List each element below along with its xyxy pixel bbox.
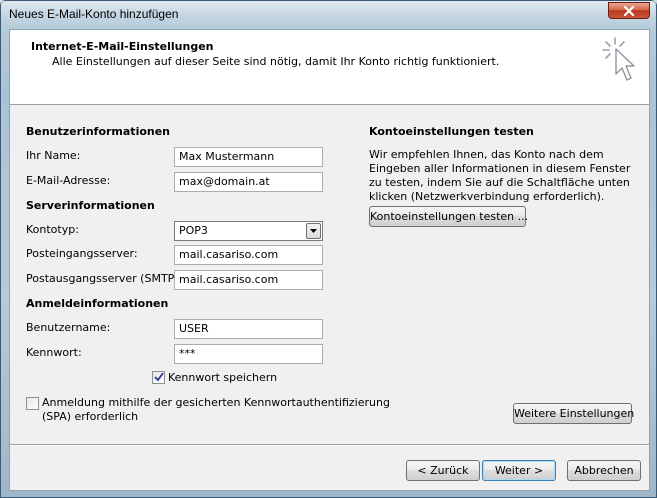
wizard-header: Internet-E-Mail-Einstellungen Alle Einst…	[10, 30, 649, 105]
checkmark-icon	[154, 372, 164, 382]
chevron-down-icon	[310, 229, 317, 233]
test-settings-heading: Kontoeinstellungen testen	[369, 125, 534, 138]
close-icon	[623, 5, 635, 16]
email-field[interactable]: max@domain.at	[174, 172, 323, 192]
test-settings-description: Wir empfehlen Ihnen, das Konto nach dem …	[369, 148, 631, 203]
email-label: E-Mail-Adresse:	[26, 174, 111, 187]
password-field[interactable]: ***	[174, 344, 323, 364]
account-type-value: POP3	[179, 224, 208, 237]
login-info-heading: Anmeldeinformationen	[26, 297, 169, 310]
title-bar[interactable]: Neues E-Mail-Konto hinzufügen	[1, 1, 656, 28]
footer-divider	[10, 444, 649, 446]
test-account-settings-button[interactable]: Kontoeinstellungen testen ...	[369, 206, 528, 227]
password-label: Kennwort:	[26, 346, 82, 359]
server-info-heading: Serverinformationen	[26, 199, 155, 212]
close-button[interactable]	[608, 2, 650, 19]
account-type-label: Kontotyp:	[26, 223, 79, 236]
outgoing-server-field[interactable]: mail.casariso.com	[174, 270, 323, 290]
page-title: Internet-E-Mail-Einstellungen	[31, 40, 214, 53]
remember-password-checkbox[interactable]	[152, 371, 165, 384]
incoming-server-field[interactable]: mail.casariso.com	[174, 245, 323, 265]
remember-password-label[interactable]: Kennwort speichern	[168, 371, 277, 384]
spa-label[interactable]: Anmeldung mithilfe der gesicherten Kennw…	[42, 396, 390, 424]
window-title: Neues E-Mail-Konto hinzufügen	[9, 7, 179, 21]
user-info-heading: Benutzerinformationen	[26, 125, 171, 138]
back-button[interactable]: < Zurück	[406, 460, 480, 481]
account-type-select[interactable]: POP3	[174, 221, 323, 241]
username-field[interactable]: USER	[174, 319, 323, 339]
next-button[interactable]: Weiter >	[482, 460, 556, 481]
name-field[interactable]: Max Mustermann	[174, 147, 323, 167]
dialog-window: Neues E-Mail-Konto hinzufügen Internet-E…	[0, 0, 657, 498]
more-settings-button[interactable]: Weitere Einstellungen	[513, 403, 634, 424]
spa-label-line1: Anmeldung mithilfe der gesicherten Kennw…	[42, 396, 390, 409]
spa-label-line2: (SPA) erforderlich	[42, 410, 139, 423]
incoming-server-label: Posteingangsserver:	[26, 247, 138, 260]
dropdown-arrow-button[interactable]	[306, 223, 321, 239]
username-label: Benutzername:	[26, 321, 111, 334]
cancel-button[interactable]: Abbrechen	[567, 460, 641, 481]
cursor-sparkle-icon	[602, 37, 635, 81]
dialog-client-area: Internet-E-Mail-Einstellungen Alle Einst…	[9, 29, 650, 491]
page-subtitle: Alle Einstellungen auf dieser Seite sind…	[52, 55, 500, 68]
outgoing-server-label: Postausgangsserver (SMTP):	[26, 272, 183, 285]
spa-checkbox[interactable]	[26, 397, 39, 410]
name-label: Ihr Name:	[26, 149, 81, 162]
